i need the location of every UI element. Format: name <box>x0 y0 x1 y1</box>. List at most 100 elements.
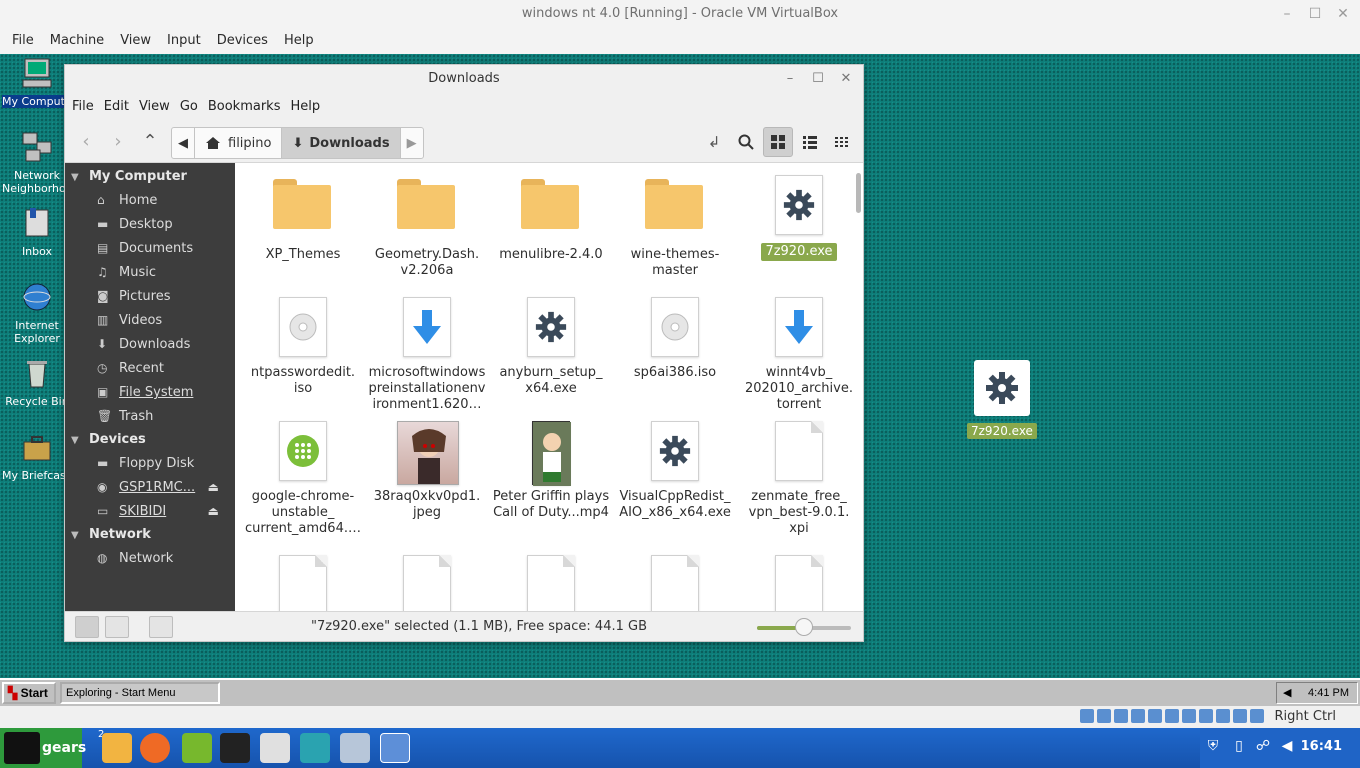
sidebar-item-downloads[interactable]: ⬇ Downloads <box>65 332 235 356</box>
path-left-arrow-icon[interactable]: ◀ <box>172 128 195 158</box>
taskbar-item-exploring[interactable]: Exploring - Start Menu <box>60 682 220 704</box>
menu-bookmarks[interactable]: Bookmarks <box>203 99 286 114</box>
show-tree-button[interactable] <box>105 616 129 638</box>
sidebar-item-documents[interactable]: ▤ Documents <box>65 236 235 260</box>
file-item[interactable]: ntpasswordedit. iso <box>241 297 365 397</box>
eject-icon[interactable]: ⏏ <box>208 499 219 523</box>
device-status-icons[interactable] <box>1080 709 1264 723</box>
sidebar-item-file-system[interactable]: ▣ File System <box>65 380 235 404</box>
menu-devices[interactable]: Devices <box>209 30 276 54</box>
desktop-icon-network[interactable]: Network Neighborhood <box>2 130 79 195</box>
sidebar-item-recent[interactable]: ◷ Recent <box>65 356 235 380</box>
file-item[interactable] <box>613 555 737 611</box>
monitor-app-icon[interactable] <box>300 733 330 763</box>
hide-sidebar-button[interactable] <box>149 616 173 638</box>
sidebar-section-network[interactable]: ▼ Network <box>65 523 235 546</box>
software-app-icon[interactable] <box>182 733 212 763</box>
file-item[interactable]: 38raq0xkv0pd1. jpeg <box>365 421 489 521</box>
compact-view-button[interactable] <box>827 127 857 157</box>
file-item[interactable] <box>737 555 861 611</box>
forward-icon[interactable]: › <box>103 127 133 157</box>
file-item[interactable] <box>489 555 613 611</box>
menu-view[interactable]: View <box>112 30 159 54</box>
list-view-button[interactable] <box>795 127 825 157</box>
minimize-button[interactable]: – <box>1276 4 1298 24</box>
close-button[interactable]: ✕ <box>1332 4 1354 24</box>
settings-app-icon[interactable] <box>260 733 290 763</box>
file-item[interactable] <box>365 555 489 611</box>
file-item[interactable]: google-chrome- unstable_ current_amd64.… <box>241 421 365 537</box>
zoom-knob[interactable] <box>795 618 813 636</box>
network-icon[interactable]: ☍ <box>1254 738 1272 756</box>
shield-icon[interactable]: ⛨ <box>1204 738 1222 756</box>
firefox-app-icon[interactable] <box>140 733 170 763</box>
menu-file[interactable]: File <box>4 30 42 54</box>
sidebar-section-devices[interactable]: ▼ Devices <box>65 428 235 451</box>
sidebar-item-skibidi[interactable]: ▭ SKIBIDI ⏏ <box>65 499 235 523</box>
sidebar-item-music[interactable]: ♫ Music <box>65 260 235 284</box>
toggle-location-icon[interactable]: ↲ <box>699 127 729 157</box>
sidebar-item-desktop[interactable]: ▬ Desktop <box>65 212 235 236</box>
file-item[interactable]: 7z920.exe <box>737 175 861 261</box>
minimize-icon[interactable]: – <box>779 65 801 93</box>
menu-machine[interactable]: Machine <box>42 30 112 54</box>
sidebar-item-trash[interactable]: 🗑 Trash <box>65 404 235 428</box>
virtualbox-app-icon[interactable] <box>380 733 410 763</box>
menu-help[interactable]: Help <box>285 99 325 114</box>
desktop-icon-inbox[interactable]: Inbox <box>2 206 72 258</box>
menu-view[interactable]: View <box>134 99 175 114</box>
search-button[interactable] <box>731 127 761 157</box>
volume-icon[interactable]: ◀ <box>1278 738 1296 756</box>
file-item[interactable] <box>241 555 365 611</box>
clipboard-icon[interactable]: ▯ <box>1230 738 1248 756</box>
file-item[interactable]: Peter Griffin plays Call of Duty...mp4 <box>489 421 613 521</box>
sidebar-item-network[interactable]: ◍ Network <box>65 546 235 570</box>
menu-help[interactable]: Help <box>276 30 322 54</box>
eject-icon[interactable]: ⏏ <box>208 475 219 499</box>
show-places-button[interactable] <box>75 616 99 638</box>
file-grid[interactable]: XP_Themes Geometry.Dash. v2.206a menulibre… <box>235 163 863 611</box>
path-segment-home[interactable]: filipino <box>195 128 283 158</box>
close-icon[interactable]: ✕ <box>835 65 857 93</box>
path-right-arrow-icon[interactable]: ▶ <box>401 128 423 158</box>
file-item[interactable]: menulibre-2.4.0 <box>489 175 613 263</box>
menu-edit[interactable]: Edit <box>99 99 134 114</box>
sidebar-section-my-computer[interactable]: ▼ My Computer <box>65 165 235 188</box>
file-item[interactable]: anyburn_setup_ x64.exe <box>489 297 613 397</box>
desktop-icon-my-computer[interactable]: My Computer <box>2 56 72 108</box>
start-button[interactable]: ▚ Start <box>2 682 56 704</box>
menu-input[interactable]: Input <box>159 30 209 54</box>
speaker-icon[interactable]: ◀ <box>1283 683 1291 703</box>
file-item[interactable]: XP_Themes <box>241 175 365 263</box>
terminal-app-icon[interactable] <box>220 733 250 763</box>
sidebar-item-pictures[interactable]: ◙ Pictures <box>65 284 235 308</box>
dragged-file-icon[interactable] <box>974 360 1030 416</box>
maximize-icon[interactable]: ☐ <box>807 65 829 93</box>
sidebar-item-floppy[interactable]: ▬ Floppy Disk <box>65 451 235 475</box>
menu-file[interactable]: File <box>67 99 99 114</box>
sidebar-item-home[interactable]: ⌂ Home <box>65 188 235 212</box>
desktop-icon-ie[interactable]: Internet Explorer <box>2 280 72 345</box>
file-item[interactable]: VisualCppRedist_ AIO_x86_x64.exe <box>613 421 737 521</box>
installer-app-icon[interactable] <box>340 733 370 763</box>
up-icon[interactable]: ⌃ <box>135 127 165 157</box>
file-item[interactable]: sp6ai386.iso <box>613 297 737 381</box>
file-item[interactable]: Geometry.Dash. v2.206a <box>365 175 489 279</box>
folder-icon <box>645 179 705 241</box>
menu-go[interactable]: Go <box>175 99 203 114</box>
file-item[interactable]: zenmate_free_ vpn_best-9.0.1. xpi <box>737 421 861 537</box>
path-segment-downloads[interactable]: ⬇ Downloads <box>282 128 401 158</box>
sidebar-item-videos[interactable]: ▥ Videos <box>65 308 235 332</box>
desktop-icon-briefcase[interactable]: My Briefcase <box>2 430 72 482</box>
file-manager-titlebar[interactable]: Downloads – ☐ ✕ <box>65 65 863 93</box>
icon-view-button[interactable] <box>763 127 793 157</box>
file-item[interactable]: microsoftwindows preinstallationenv iron… <box>365 297 489 413</box>
file-item[interactable]: wine-themes- master <box>613 175 737 279</box>
back-icon[interactable]: ‹ <box>71 127 101 157</box>
maximize-button[interactable]: ☐ <box>1304 4 1326 24</box>
sidebar-item-gsp1rmc[interactable]: ◉ GSP1RMC... ⏏ <box>65 475 235 499</box>
file-item[interactable]: winnt4vb_ 202010_archive. torrent <box>737 297 861 413</box>
files-app-icon[interactable] <box>102 733 132 763</box>
desktop-icon-recycle-bin[interactable]: Recycle Bin <box>2 356 72 408</box>
host-menu-button[interactable]: gears <box>0 728 86 768</box>
